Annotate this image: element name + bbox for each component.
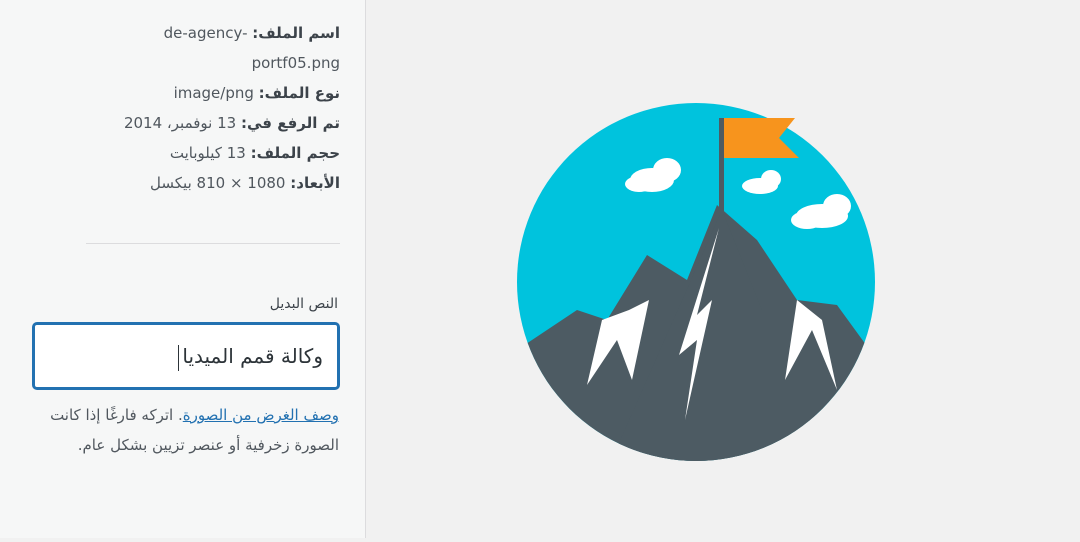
alt-text-label: النص البديل [269, 296, 338, 312]
divider [86, 243, 340, 244]
file-type-value: image/png [173, 84, 254, 102]
file-size-row: حجم الملف: 13 كيلوبايت [86, 138, 340, 168]
flag-pole [719, 118, 724, 214]
uploaded-row: تم الرفع في: 13 نوفمبر، 2014 [86, 108, 340, 138]
image-preview: وكالة قمة الميديا [351, 0, 1080, 538]
dimensions-row: الأبعاد: 1080 × 810 بيكسل [86, 168, 340, 198]
uploaded-label: تم الرفع في: [240, 114, 340, 132]
file-name-label: اسم الملف: [252, 24, 340, 42]
attachment-details-panel: اسم الملف: de-agency-portf05.png نوع الم… [0, 0, 366, 538]
file-name-row: اسم الملف: de-agency-portf05.png [86, 18, 340, 78]
describe-purpose-link[interactable]: وصف الغرض من الصورة [183, 406, 339, 424]
alt-text-value: وكالة قمم الميديا [182, 344, 323, 368]
alt-text-input[interactable]: وكالة قمم الميديا [33, 323, 339, 389]
alt-text-help: وصف الغرض من الصورة. اتركه فارغًا إذا كا… [33, 400, 339, 460]
file-size-value: 13 كيلوبايت [169, 144, 246, 162]
file-metadata: اسم الملف: de-agency-portf05.png نوع الم… [86, 18, 340, 198]
file-type-row: نوع الملف: image/png [86, 78, 340, 108]
logo-image: وكالة قمة الميديا [351, 0, 875, 461]
dimensions-value: 1080 × 810 بيكسل [150, 174, 286, 192]
text-caret [178, 344, 180, 371]
dimensions-label: الأبعاد: [290, 174, 340, 192]
file-size-label: حجم الملف: [250, 144, 340, 162]
uploaded-value: 13 نوفمبر، 2014 [123, 114, 237, 132]
logo-text: وكالة قمة الميديا [367, 0, 382, 11]
file-type-label: نوع الملف: [258, 84, 340, 102]
